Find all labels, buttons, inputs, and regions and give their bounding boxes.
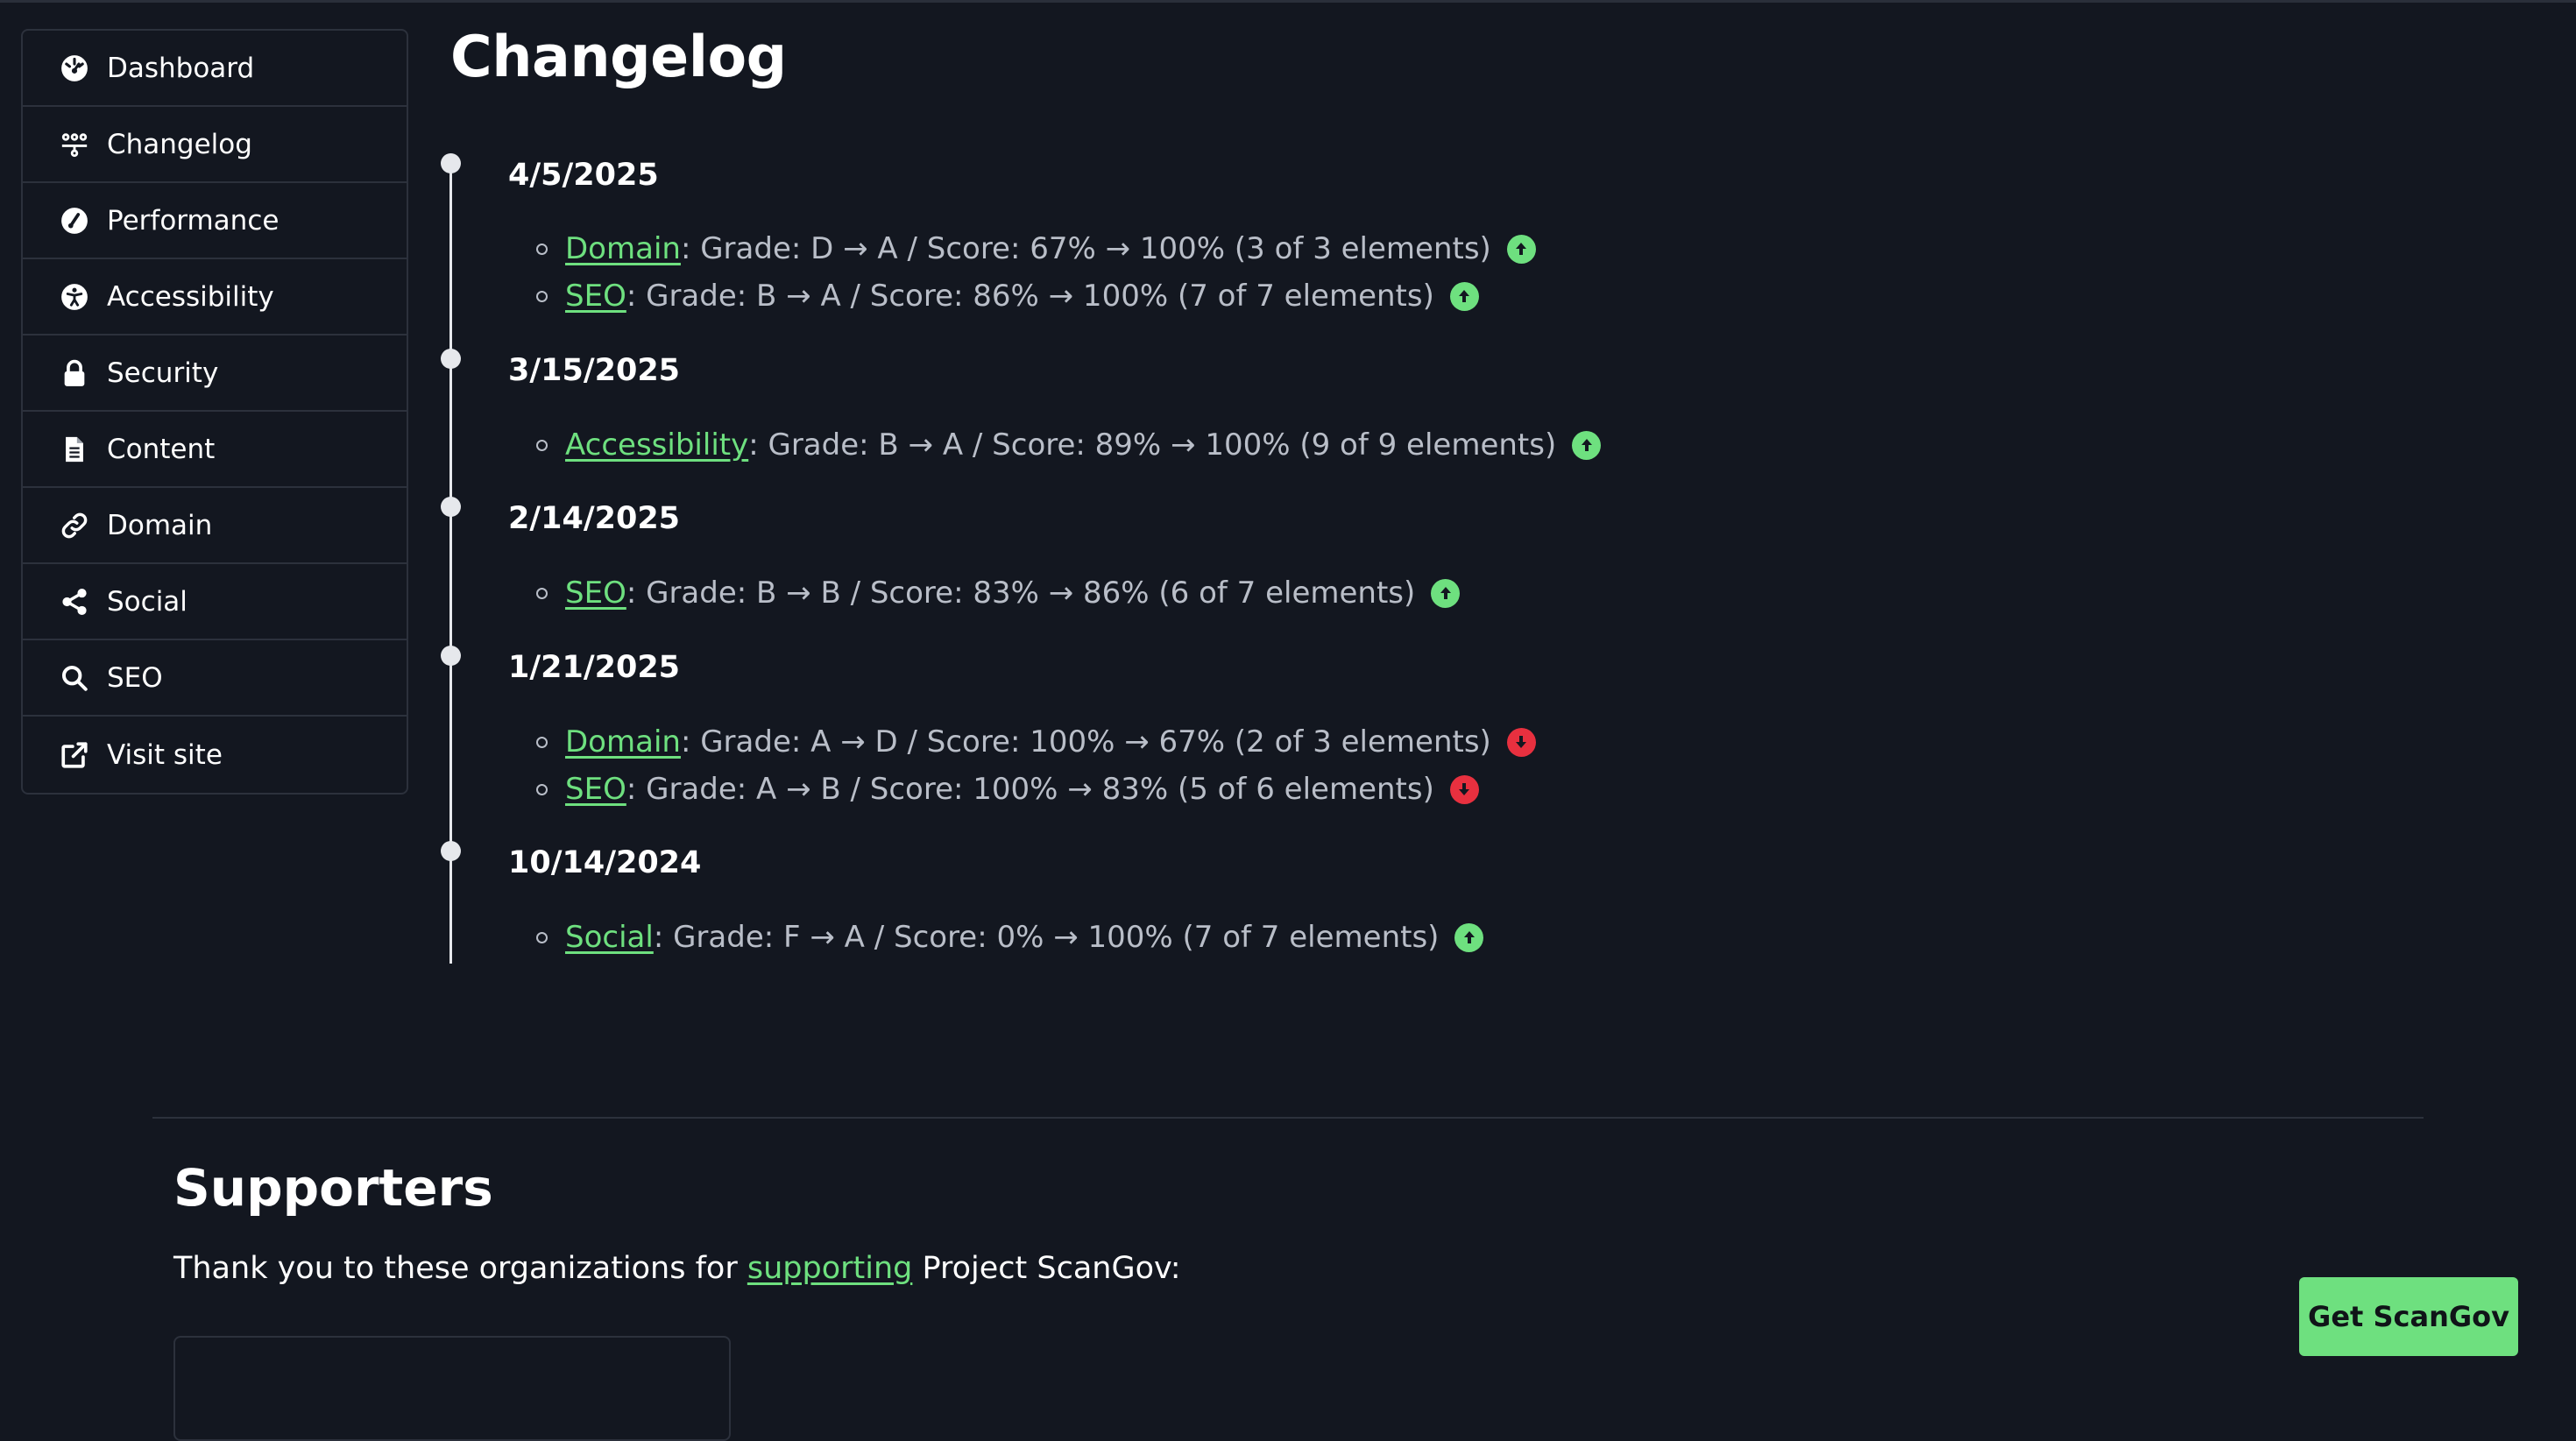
- sidebar-item-label: Security: [107, 357, 219, 389]
- entry-text: : Grade: A → B / Score: 100% → 83% (5 of…: [626, 772, 1434, 807]
- sidebar-item-visit-site[interactable]: Visit site: [23, 717, 407, 793]
- supporters-title: Supporters: [173, 1158, 493, 1218]
- sidebar-item-security[interactable]: Security: [23, 336, 407, 412]
- sidebar-item-label: Visit site: [107, 738, 223, 771]
- top-border: [0, 0, 2576, 3]
- timeline-date: 4/5/2025: [508, 158, 659, 193]
- entry-text: : Grade: F → A / Score: 0% → 100% (7 of …: [653, 920, 1440, 955]
- sidebar-item-label: SEO: [107, 661, 163, 694]
- link-icon: [60, 511, 89, 540]
- page-title: Changelog: [450, 25, 787, 90]
- changelog-icon: [60, 130, 89, 159]
- sidebar-item-label: Performance: [107, 204, 280, 237]
- bullet: [536, 587, 548, 599]
- bullet: [536, 736, 548, 748]
- changelog-entry: SEO : Grade: A → B / Score: 100% → 83% (…: [536, 772, 1479, 807]
- sidebar-item-seo[interactable]: SEO: [23, 640, 407, 717]
- changelog-entry: SEO : Grade: B → A / Score: 86% → 100% (…: [536, 279, 1479, 314]
- sidebar-item-performance[interactable]: Performance: [23, 183, 407, 259]
- arrow-up-icon: [1431, 578, 1461, 608]
- sidebar-item-label: Social: [107, 585, 188, 618]
- timeline-date: 3/15/2025: [508, 353, 681, 388]
- changelog-entry: SEO : Grade: B → B / Score: 83% → 86% (6…: [536, 576, 1461, 611]
- supporters-text-before: Thank you to these organizations for: [173, 1251, 747, 1286]
- timeline-dot: [441, 153, 461, 173]
- supporter-card: [173, 1336, 731, 1441]
- arrow-up-icon: [1454, 922, 1484, 952]
- arrow-up-icon: [1572, 430, 1602, 460]
- bullet: [536, 290, 548, 302]
- entry-text: : Grade: B → B / Score: 83% → 86% (6 of …: [626, 576, 1416, 611]
- sidebar-item-domain[interactable]: Domain: [23, 488, 407, 564]
- section-divider: [152, 1117, 2424, 1119]
- document-icon: [60, 434, 89, 464]
- arrow-up-icon: [1506, 234, 1536, 264]
- bullet: [536, 243, 548, 255]
- supporters-text-after: Project ScanGov:: [912, 1251, 1181, 1286]
- external-link-icon: [60, 740, 89, 770]
- entry-link-domain[interactable]: Domain: [565, 231, 681, 266]
- timeline-dot: [441, 841, 461, 861]
- get-scangov-button[interactable]: Get ScanGov: [2299, 1277, 2518, 1356]
- timeline-dot: [441, 497, 461, 517]
- entry-text: : Grade: B → A / Score: 86% → 100% (7 of…: [626, 279, 1434, 314]
- search-icon: [60, 663, 89, 693]
- sidebar-item-social[interactable]: Social: [23, 564, 407, 640]
- sidebar-item-label: Changelog: [107, 128, 252, 160]
- sidebar-item-label: Dashboard: [107, 52, 255, 84]
- accessibility-icon: [60, 282, 89, 312]
- timeline-date: 2/14/2025: [508, 501, 681, 536]
- changelog-entry: Social : Grade: F → A / Score: 0% → 100%…: [536, 920, 1484, 955]
- sidebar-item-content[interactable]: Content: [23, 412, 407, 488]
- entry-link-seo[interactable]: SEO: [565, 279, 626, 314]
- sidebar-nav: Dashboard Changelog Performance Accessib…: [21, 29, 408, 795]
- supporting-link[interactable]: supporting: [747, 1251, 913, 1286]
- sidebar-item-label: Content: [107, 433, 216, 465]
- share-icon: [60, 587, 89, 617]
- lock-icon: [60, 358, 89, 388]
- sidebar-item-label: Domain: [107, 509, 213, 541]
- arrow-down-icon: [1506, 727, 1536, 757]
- sidebar-item-dashboard[interactable]: Dashboard: [23, 31, 407, 107]
- entry-link-social[interactable]: Social: [565, 920, 654, 955]
- changelog-entry: Accessibility : Grade: B → A / Score: 89…: [536, 427, 1602, 463]
- timeline-dot: [441, 646, 461, 666]
- bullet: [536, 439, 548, 451]
- performance-icon: [60, 206, 89, 236]
- arrow-up-icon: [1449, 281, 1479, 311]
- supporters-text: Thank you to these organizations for sup…: [173, 1251, 1181, 1286]
- entry-link-seo[interactable]: SEO: [565, 576, 626, 611]
- entry-text: : Grade: B → A / Score: 89% → 100% (9 of…: [748, 427, 1557, 463]
- timeline-date: 1/21/2025: [508, 650, 681, 685]
- bullet: [536, 931, 548, 943]
- entry-text: : Grade: D → A / Score: 67% → 100% (3 of…: [680, 231, 1491, 266]
- entry-link-domain[interactable]: Domain: [565, 724, 681, 759]
- timeline-date: 10/14/2024: [508, 845, 702, 880]
- gauge-icon: [60, 53, 89, 83]
- sidebar-item-label: Accessibility: [107, 280, 274, 313]
- changelog-entry: Domain : Grade: D → A / Score: 67% → 100…: [536, 231, 1536, 266]
- timeline-dot: [441, 349, 461, 369]
- entry-text: : Grade: A → D / Score: 100% → 67% (2 of…: [680, 724, 1491, 759]
- sidebar-item-changelog[interactable]: Changelog: [23, 107, 407, 183]
- entry-link-accessibility[interactable]: Accessibility: [565, 427, 748, 463]
- bullet: [536, 783, 548, 795]
- arrow-down-icon: [1449, 774, 1479, 804]
- changelog-entry: Domain : Grade: A → D / Score: 100% → 67…: [536, 724, 1536, 759]
- entry-link-seo[interactable]: SEO: [565, 772, 626, 807]
- sidebar-item-accessibility[interactable]: Accessibility: [23, 259, 407, 336]
